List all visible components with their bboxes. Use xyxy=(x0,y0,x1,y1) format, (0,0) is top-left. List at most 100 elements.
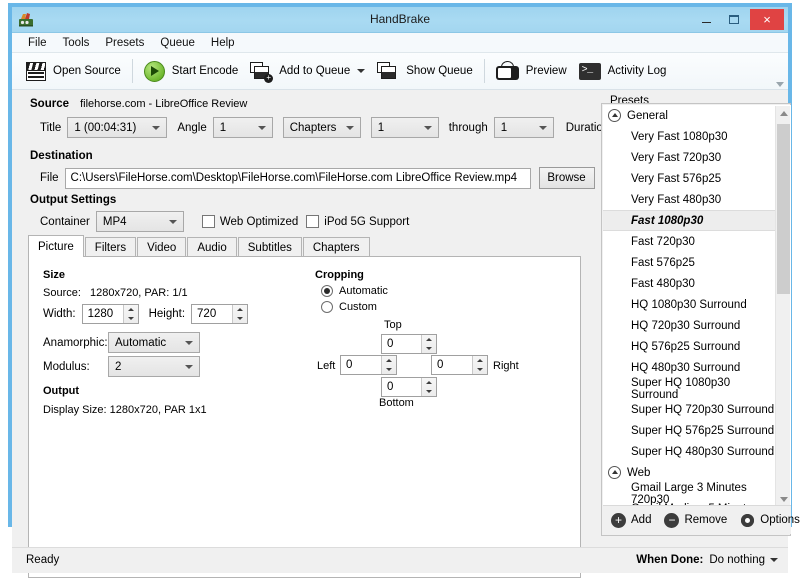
stepper-up-icon[interactable] xyxy=(473,356,487,365)
anamorphic-dropdown[interactable]: Automatic xyxy=(108,332,200,353)
destination-file-input[interactable]: C:\Users\FileHorse.com\Desktop\FileHorse… xyxy=(65,168,531,189)
when-done-control[interactable]: When Done: Do nothing xyxy=(636,554,778,566)
angle-dropdown[interactable]: 1 xyxy=(213,117,273,138)
ipod-support-checkbox[interactable]: iPod 5G Support xyxy=(306,215,409,228)
minimize-button[interactable] xyxy=(692,9,720,29)
preset-item[interactable]: Fast 720p30 xyxy=(603,231,776,252)
start-encode-button[interactable]: Start Encode xyxy=(138,56,244,86)
menu-item-file[interactable]: File xyxy=(20,35,55,51)
preset-options-button[interactable]: Options xyxy=(740,513,800,528)
maximize-button[interactable] xyxy=(720,9,748,29)
preset-item[interactable]: Very Fast 480p30 xyxy=(603,189,776,210)
scroll-down-icon[interactable] xyxy=(776,492,791,506)
chapter-start-dropdown[interactable]: 1 xyxy=(371,117,439,138)
preset-item[interactable]: Super HQ 720p30 Surround xyxy=(603,399,776,420)
preset-item[interactable]: HQ 576p25 Surround xyxy=(603,336,776,357)
container-dropdown[interactable]: MP4 xyxy=(96,211,184,232)
height-stepper-buttons[interactable] xyxy=(232,305,247,323)
preset-group-general[interactable]: General xyxy=(603,105,776,126)
tab-filters[interactable]: Filters xyxy=(85,237,136,257)
crop-bottom-stepper-buttons[interactable] xyxy=(421,378,436,396)
crop-left-stepper-buttons[interactable] xyxy=(381,356,396,374)
add-preset-button[interactable]: + Add xyxy=(611,513,651,528)
close-button[interactable]: × xyxy=(750,9,784,30)
preset-item[interactable]: Super HQ 1080p30 Surround xyxy=(603,378,776,399)
source-size-label: Source: xyxy=(43,287,81,299)
presets-vertical-scrollbar[interactable] xyxy=(775,106,790,506)
cropping-automatic-radio[interactable]: Automatic xyxy=(321,285,388,297)
chapters-mode-dropdown[interactable]: Chapters xyxy=(283,117,361,138)
menu-item-tools[interactable]: Tools xyxy=(55,35,98,51)
crop-top-stepper-buttons[interactable] xyxy=(421,335,436,353)
chevron-up-icon[interactable] xyxy=(608,466,621,479)
output-settings-row: Container MP4 Web Optimized iPod 5G Supp… xyxy=(40,211,409,232)
preset-item[interactable]: Gmail Large 3 Minutes 720p30 xyxy=(603,483,776,504)
gear-icon xyxy=(740,513,755,528)
preset-item[interactable]: Very Fast 1080p30 xyxy=(603,126,776,147)
tab-video[interactable]: Video xyxy=(137,237,186,257)
stepper-down-icon[interactable] xyxy=(422,387,436,396)
tab-audio[interactable]: Audio xyxy=(187,237,236,257)
stepper-up-icon[interactable] xyxy=(124,305,138,314)
title-bar: HandBrake × xyxy=(12,7,788,33)
chevron-down-icon[interactable] xyxy=(357,69,365,73)
preset-item[interactable]: HQ 1080p30 Surround xyxy=(603,294,776,315)
open-source-label: Open Source xyxy=(53,65,121,77)
presets-list[interactable]: GeneralVery Fast 1080p30Very Fast 720p30… xyxy=(603,105,791,506)
crop-right-stepper[interactable]: 0 xyxy=(431,355,488,375)
crop-left-stepper[interactable]: 0 xyxy=(340,355,397,375)
preset-group-web[interactable]: Web xyxy=(603,462,776,483)
scrollbar-thumb[interactable] xyxy=(777,124,790,294)
toolbar-overflow-icon[interactable] xyxy=(776,82,784,87)
menu-item-presets[interactable]: Presets xyxy=(97,35,152,51)
preset-item[interactable]: Fast 1080p30 xyxy=(603,210,776,231)
preset-item[interactable]: HQ 720p30 Surround xyxy=(603,315,776,336)
web-optimized-checkbox[interactable]: Web Optimized xyxy=(202,215,298,228)
width-stepper[interactable]: 1280 xyxy=(82,304,139,324)
chevron-up-icon[interactable] xyxy=(608,109,621,122)
activity-log-button[interactable]: >_ Activity Log xyxy=(573,56,673,86)
stepper-up-icon[interactable] xyxy=(382,356,396,365)
tab-picture[interactable]: Picture xyxy=(28,235,84,257)
height-stepper[interactable]: 720 xyxy=(191,304,248,324)
open-source-button[interactable]: Open Source xyxy=(20,56,127,86)
stepper-down-icon[interactable] xyxy=(422,344,436,353)
show-queue-button[interactable]: Show Queue xyxy=(371,56,479,86)
stepper-down-icon[interactable] xyxy=(124,314,138,323)
stepper-up-icon[interactable] xyxy=(233,305,247,314)
cropping-custom-radio[interactable]: Custom xyxy=(321,301,377,313)
destination-file-value: C:\Users\FileHorse.com\Desktop\FileHorse… xyxy=(71,172,518,184)
crop-top-stepper[interactable]: 0 xyxy=(381,334,437,354)
tab-subtitles[interactable]: Subtitles xyxy=(238,237,302,257)
chapter-end-dropdown[interactable]: 1 xyxy=(494,117,554,138)
preset-item[interactable]: Very Fast 576p25 xyxy=(603,168,776,189)
stepper-up-icon[interactable] xyxy=(422,378,436,387)
modulus-dropdown[interactable]: 2 xyxy=(108,356,200,377)
height-label: Height: xyxy=(149,308,185,320)
modulus-row: Modulus: 2 xyxy=(43,356,210,377)
browse-button[interactable]: Browse xyxy=(539,167,595,189)
menu-item-help[interactable]: Help xyxy=(203,35,243,51)
tab-chapters[interactable]: Chapters xyxy=(303,237,370,257)
stepper-down-icon[interactable] xyxy=(233,314,247,323)
remove-preset-button[interactable]: − Remove xyxy=(664,513,727,528)
preset-item[interactable]: Very Fast 720p30 xyxy=(603,147,776,168)
add-to-queue-button[interactable]: + Add to Queue xyxy=(244,56,371,86)
preview-button[interactable]: Preview xyxy=(490,56,573,86)
preset-item[interactable]: HQ 480p30 Surround xyxy=(603,357,776,378)
crop-bottom-stepper[interactable]: 0 xyxy=(381,377,437,397)
stepper-down-icon[interactable] xyxy=(473,365,487,374)
preset-item[interactable]: Super HQ 576p25 Surround xyxy=(603,420,776,441)
stepper-down-icon[interactable] xyxy=(382,365,396,374)
width-stepper-buttons[interactable] xyxy=(123,305,138,323)
title-dropdown[interactable]: 1 (00:04:31) xyxy=(67,117,167,138)
crop-right-stepper-buttons[interactable] xyxy=(472,356,487,374)
menu-item-queue[interactable]: Queue xyxy=(152,35,203,51)
preset-item[interactable]: Fast 480p30 xyxy=(603,273,776,294)
preset-item[interactable]: Super HQ 480p30 Surround xyxy=(603,441,776,462)
stepper-up-icon[interactable] xyxy=(422,335,436,344)
chevron-down-icon[interactable] xyxy=(770,558,778,562)
scroll-up-icon[interactable] xyxy=(776,106,791,121)
source-label: Source xyxy=(30,98,69,110)
preset-item[interactable]: Fast 576p25 xyxy=(603,252,776,273)
